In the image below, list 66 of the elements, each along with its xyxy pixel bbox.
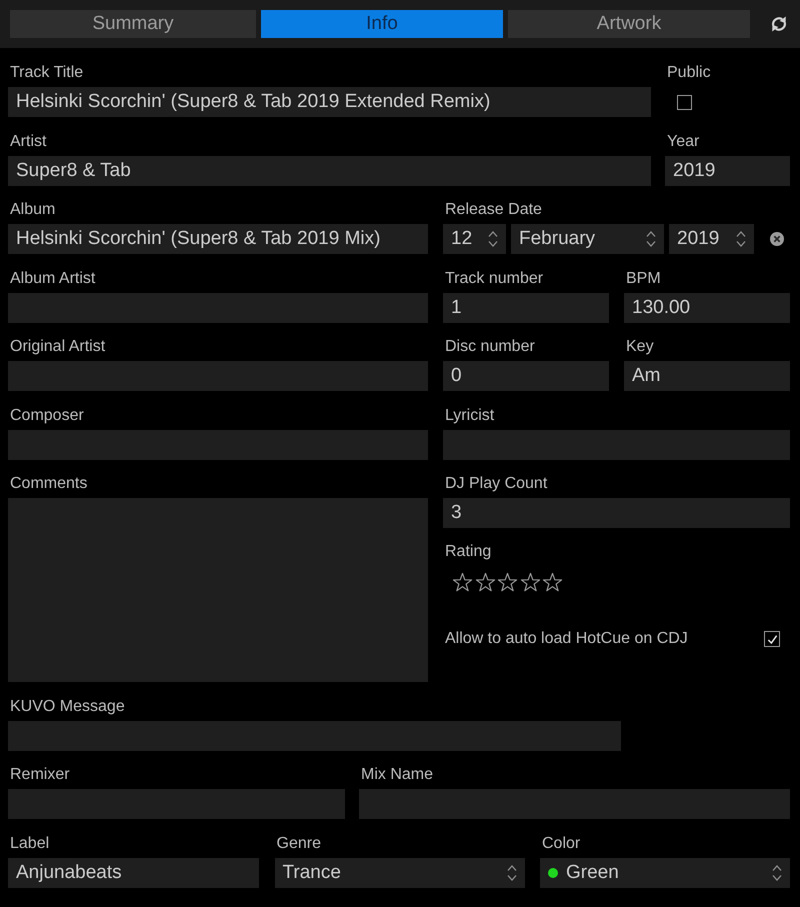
record-label-label: Label: [10, 834, 50, 854]
star-icon[interactable]: [474, 572, 496, 593]
disc-number-label: Disc number: [445, 337, 535, 357]
color-label: Color: [542, 834, 580, 854]
day-select[interactable]: 12: [443, 224, 506, 254]
year-field[interactable]: 2019: [665, 156, 790, 186]
color-select[interactable]: Green: [540, 858, 790, 888]
up-down-chevron-icon: [488, 230, 498, 248]
tab[interactable]: Artwork: [508, 10, 750, 38]
kuvo-message-label: KUVO Message: [10, 696, 125, 716]
remixer-field[interactable]: [8, 789, 345, 819]
refresh-icon[interactable]: [769, 14, 789, 34]
remixer-label: Remixer: [10, 765, 70, 785]
track-title-label: Track Title: [10, 63, 84, 83]
comments-label: Comments: [10, 474, 88, 494]
release-date-label: Release Date: [445, 200, 542, 220]
month-select[interactable]: February: [511, 224, 664, 254]
star-rating[interactable]: [452, 572, 563, 593]
album-artist-field[interactable]: [8, 292, 428, 322]
auto-load-hotcue-checkbox[interactable]: [764, 631, 780, 647]
clear-icon[interactable]: [770, 232, 784, 246]
rating-label: Rating: [445, 542, 492, 562]
dj-play-count-label: DJ Play Count: [445, 474, 548, 494]
record-label-field[interactable]: Anjunabeats: [8, 858, 259, 888]
track-number-field[interactable]: 1: [443, 292, 609, 322]
up-down-chevron-icon: [736, 230, 746, 248]
kuvo-message-field[interactable]: [8, 720, 621, 750]
track-title-field[interactable]: Helsinki Scorchin' (Super8 & Tab 2019 Extended Remix): [8, 87, 651, 117]
composer-label: Composer: [10, 406, 84, 426]
mix-name-field[interactable]: [359, 789, 790, 819]
star-icon[interactable]: [520, 572, 540, 593]
public-label: Public: [667, 63, 711, 83]
public-checkbox[interactable]: [677, 94, 692, 110]
genre-select[interactable]: Trance: [274, 858, 524, 888]
lyricist-label: Lyricist: [445, 406, 494, 426]
tab[interactable]: Summary: [10, 10, 256, 38]
key-label: Key: [626, 337, 654, 357]
color-dot-icon: [548, 868, 558, 878]
comments-field[interactable]: [8, 498, 428, 682]
up-down-chevron-icon: [506, 864, 516, 882]
auto-load-hotcue-label: Allow to auto load HotCue on CDJ: [445, 629, 688, 649]
key-field[interactable]: Am: [624, 361, 790, 391]
album-artist-label: Album Artist: [10, 268, 96, 288]
lyricist-field[interactable]: [443, 430, 790, 460]
year-select[interactable]: 2019: [669, 224, 754, 254]
track-number-label: Track number: [445, 268, 544, 288]
mix-name-label: Mix Name: [361, 765, 434, 785]
artist-label: Artist: [10, 132, 46, 152]
artist-field[interactable]: Super8 & Tab: [8, 156, 651, 186]
bpm-label: BPM: [626, 268, 661, 288]
disc-number-field[interactable]: 0: [443, 361, 609, 391]
star-icon[interactable]: [542, 572, 563, 593]
dj-play-count-field[interactable]: 3: [443, 498, 790, 528]
star-icon[interactable]: [452, 572, 473, 593]
album-label: Album: [10, 200, 56, 220]
album-field[interactable]: Helsinki Scorchin' (Super8 & Tab 2019 Mix): [8, 224, 428, 254]
composer-field[interactable]: [8, 430, 428, 460]
checkmark-icon: [766, 634, 778, 644]
up-down-chevron-icon: [772, 864, 782, 882]
year-label: Year: [667, 132, 700, 152]
original-artist-field[interactable]: [8, 361, 428, 391]
up-down-chevron-icon: [646, 230, 656, 248]
star-icon[interactable]: [497, 572, 518, 593]
bpm-field[interactable]: 130.00: [624, 292, 790, 322]
original-artist-label: Original Artist: [10, 337, 106, 357]
genre-label: Genre: [276, 834, 321, 854]
